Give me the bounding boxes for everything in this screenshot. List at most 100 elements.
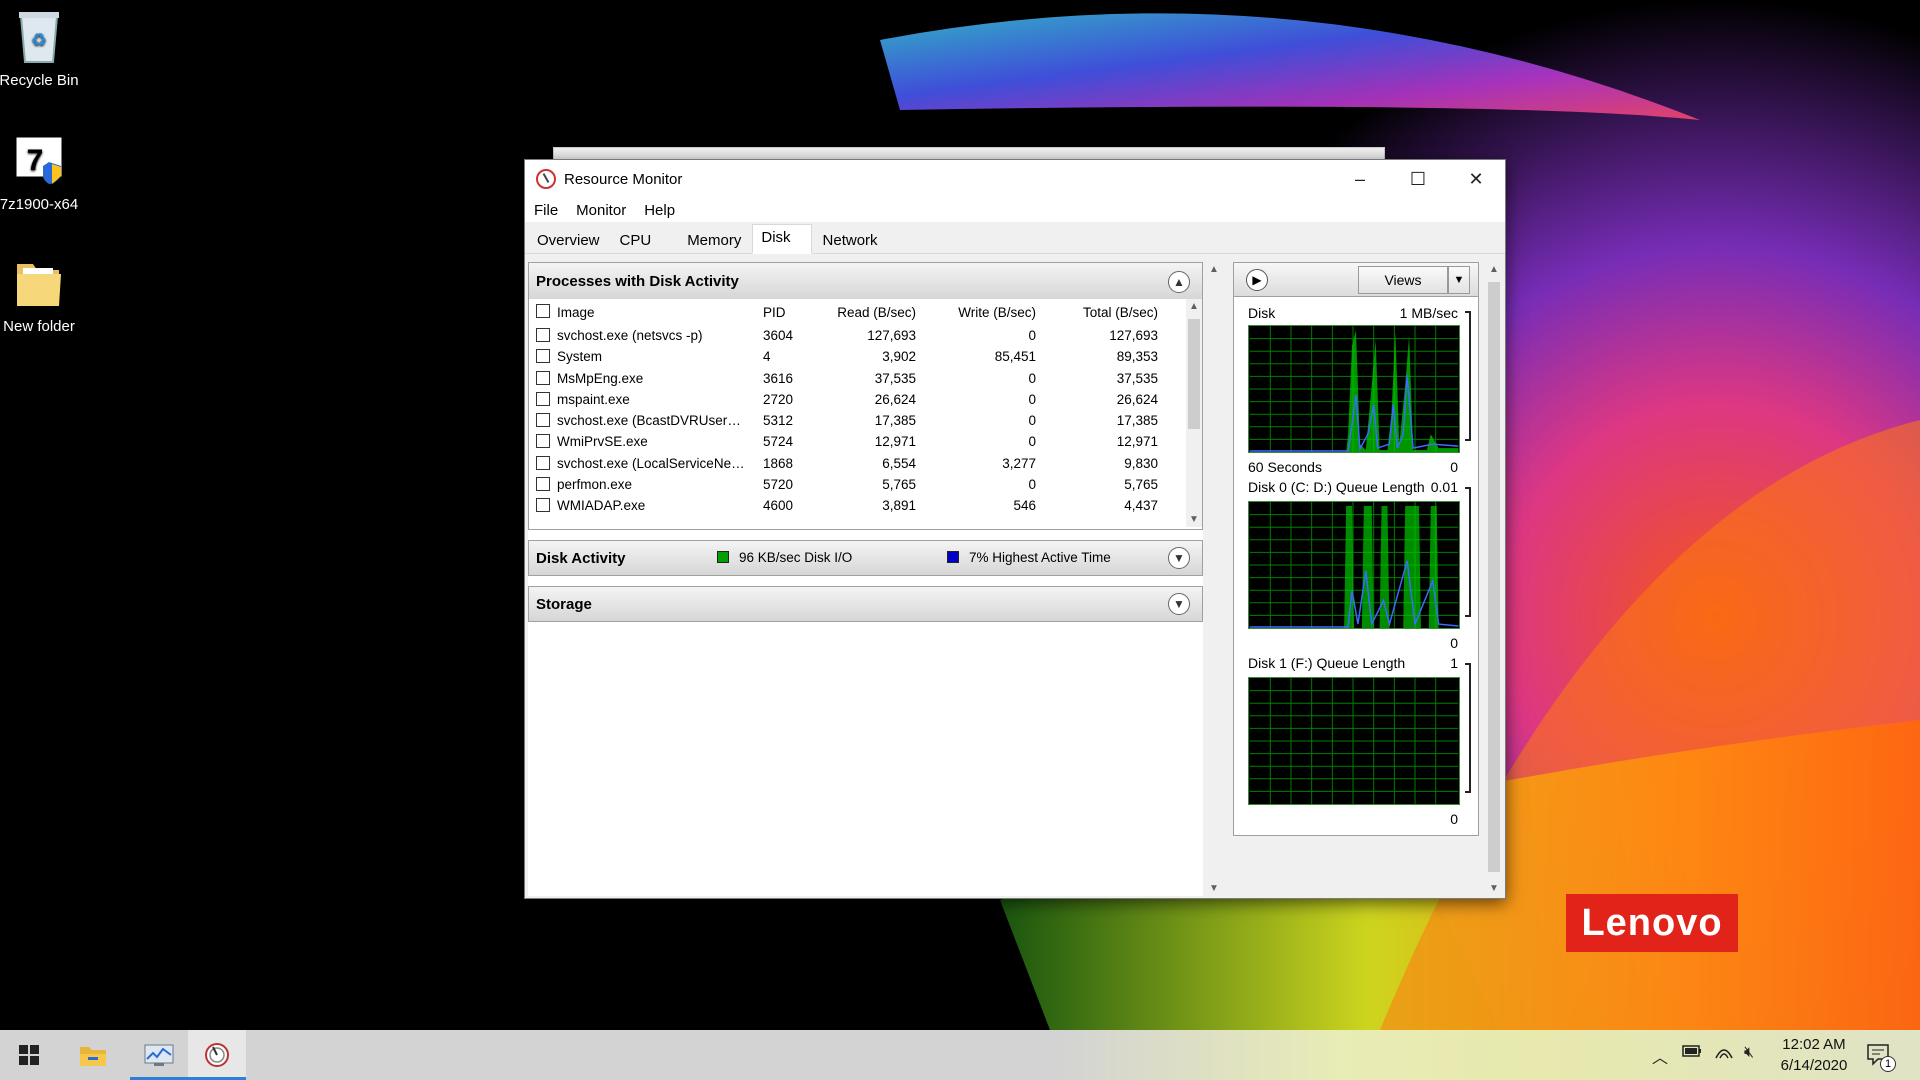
scroll-up-arrow-icon[interactable]: ▲ [1206, 264, 1222, 275]
cell-image: svchost.exe (netsvcs -p) [557, 328, 703, 343]
expand-chevron-icon[interactable]: ▼ [1168, 547, 1190, 569]
menu-help[interactable]: Help [644, 202, 675, 219]
table-row[interactable]: mspaint.exe 2720 26,624 0 26,624 [529, 389, 1186, 410]
row-checkbox[interactable] [536, 455, 550, 470]
left-pane-scrollbar[interactable]: ▲ ▼ [1205, 262, 1223, 896]
table-row[interactable]: svchost.exe (netsvcs -p) 3604 127,693 0 127,… [529, 325, 1186, 346]
row-checkbox[interactable] [536, 434, 550, 449]
storage-section: Storage ▼ [528, 586, 1203, 622]
cell-write: 0 [1028, 391, 1036, 407]
cell-read: 3,891 [882, 498, 916, 514]
collapse-chevron-icon[interactable]: ▲ [1168, 271, 1190, 293]
cell-read: 17,385 [874, 413, 916, 429]
table-row[interactable]: svchost.exe (BcastDVRUserServi... 5312 17,… [529, 410, 1186, 431]
table-row[interactable]: System 4 3,902 85,451 89,353 [529, 346, 1186, 367]
left-pane: Processes with Disk Activity ▲ Image PID… [528, 262, 1203, 896]
processes-scrollbar[interactable]: ▲ ▼ [1186, 299, 1202, 527]
disk1-queue-graph [1248, 677, 1460, 805]
menu-bar: File Monitor Help [525, 198, 1505, 222]
taskbar-performance-monitor[interactable] [130, 1030, 188, 1080]
desktop: ♻ Recycle Bin 7 7z1900-x64 New folder Le… [0, 0, 1920, 1030]
menu-file[interactable]: File [534, 202, 558, 219]
disk-activity-title: Disk Activity [536, 549, 626, 567]
disk0-queue-graph [1248, 501, 1460, 629]
maximize-button[interactable]: ☐ [1389, 160, 1447, 198]
disk0-graph-label: Disk 0 (C: D:) Queue Length [1248, 479, 1425, 495]
scroll-up-arrow-icon[interactable]: ▲ [1486, 264, 1502, 275]
col-write-header[interactable]: Write (B/sec) [958, 305, 1036, 320]
scroll-up-arrow-icon[interactable]: ▲ [1186, 301, 1202, 312]
cell-read: 3,902 [882, 349, 916, 365]
select-all-checkbox[interactable] [536, 304, 550, 318]
row-checkbox[interactable] [536, 370, 550, 385]
row-checkbox[interactable] [536, 477, 550, 492]
taskbar-resource-monitor[interactable] [188, 1030, 246, 1080]
expand-chevron-icon[interactable]: ▼ [1168, 593, 1190, 615]
new-folder-shortcut[interactable]: New folder [0, 254, 86, 335]
collapse-pane-icon[interactable]: ▶ [1246, 269, 1268, 291]
cell-write: 0 [1028, 413, 1036, 429]
col-pid-header[interactable]: PID [763, 305, 786, 320]
cell-pid: 2720 [763, 391, 794, 407]
scroll-down-arrow-icon[interactable]: ▼ [1206, 883, 1222, 894]
7zip-label: 7z1900-x64 [0, 196, 79, 213]
views-button[interactable]: Views [1358, 266, 1448, 294]
col-image-header[interactable]: Image [557, 305, 747, 320]
battery-icon[interactable] [1682, 1044, 1702, 1063]
resource-monitor-window: Resource Monitor – ☐ ✕ File Monitor Help… [524, 159, 1506, 899]
table-row[interactable]: svchost.exe (LocalServiceNetwo... 1868 6,5… [529, 453, 1186, 474]
row-checkbox[interactable] [536, 498, 550, 513]
tab-cpu[interactable]: CPU [610, 227, 677, 253]
wifi-icon[interactable] [1714, 1044, 1734, 1065]
start-button[interactable] [0, 1030, 58, 1080]
col-read-header[interactable]: Read (B/sec) [837, 305, 916, 320]
cell-total: 26,624 [1116, 391, 1158, 407]
graphs-pane: ▶ Views ▼ Disk 1 MB/sec 60 Seconds 0 Dis… [1233, 262, 1479, 836]
row-checkbox[interactable] [536, 413, 550, 428]
cell-pid: 5724 [763, 434, 794, 450]
disk-activity-header[interactable]: Disk Activity 96 KB/sec Disk I/O 7% High… [529, 541, 1202, 575]
recycle-bin-label: Recycle Bin [0, 72, 79, 89]
scroll-thumb[interactable] [1188, 319, 1200, 429]
storage-header[interactable]: Storage ▼ [529, 587, 1202, 621]
table-row[interactable]: WmiPrvSE.exe 5724 12,971 0 12,971 [529, 431, 1186, 452]
cell-pid: 3616 [763, 370, 794, 386]
tab-network[interactable]: Network [813, 227, 887, 253]
tab-disk[interactable]: Disk [752, 224, 812, 254]
table-row[interactable]: MsMpEng.exe 3616 37,535 0 37,535 [529, 368, 1186, 389]
scroll-down-arrow-icon[interactable]: ▼ [1186, 514, 1202, 525]
table-header-row: Image PID Read (B/sec) Write (B/sec) Tot… [529, 299, 1186, 325]
scroll-thumb[interactable] [1488, 282, 1500, 872]
tab-memory[interactable]: Memory [678, 227, 751, 253]
recycle-bin-shortcut[interactable]: ♻ Recycle Bin [0, 8, 86, 89]
7zip-installer-shortcut[interactable]: 7 7z1900-x64 [0, 132, 86, 213]
disk1-graph-label: Disk 1 (F:) Queue Length [1248, 655, 1406, 671]
close-button[interactable]: ✕ [1447, 160, 1505, 198]
menu-monitor[interactable]: Monitor [576, 202, 626, 219]
processes-header[interactable]: Processes with Disk Activity ▲ [529, 263, 1202, 299]
tab-overview[interactable]: Overview [528, 227, 609, 253]
views-dropdown-icon[interactable]: ▼ [1448, 266, 1470, 294]
graphs-scrollbar[interactable]: ▲ ▼ [1485, 262, 1503, 896]
row-checkbox[interactable] [536, 328, 550, 342]
col-total-header[interactable]: Total (B/sec) [1083, 305, 1158, 320]
cell-write: 85,451 [994, 349, 1036, 365]
resource-monitor-icon [205, 1043, 229, 1067]
cell-total: 37,535 [1116, 370, 1158, 386]
row-checkbox[interactable] [536, 349, 550, 364]
processes-section: Processes with Disk Activity ▲ Image PID… [528, 262, 1203, 530]
row-checkbox[interactable] [536, 391, 550, 406]
cell-image: WMIADAP.exe [557, 498, 646, 514]
tab-strip: Overview CPU Memory Disk Network [525, 222, 1505, 254]
scroll-down-arrow-icon[interactable]: ▼ [1486, 883, 1502, 894]
cell-write: 3,277 [1002, 455, 1036, 471]
minimize-button[interactable]: – [1331, 160, 1389, 198]
taskbar-clock[interactable]: 12:02 AM 6/14/2020 [1764, 1034, 1864, 1076]
volume-muted-icon[interactable]: 🔇︎ [1744, 1044, 1754, 1062]
svg-text:7: 7 [27, 144, 44, 177]
taskbar-file-explorer[interactable] [64, 1030, 122, 1080]
show-hidden-icons-chevron-icon[interactable]: ︿ [1652, 1044, 1668, 1068]
title-bar[interactable]: Resource Monitor – ☐ ✕ [525, 160, 1505, 198]
table-row[interactable]: WMIADAP.exe 4600 3,891 546 4,437 [529, 495, 1186, 516]
table-row[interactable]: perfmon.exe 5720 5,765 0 5,765 [529, 474, 1186, 495]
